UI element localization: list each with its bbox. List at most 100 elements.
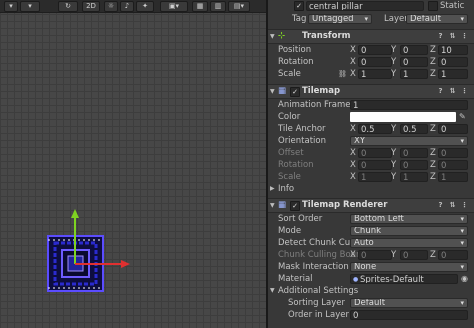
renderer-enabled-checkbox[interactable]: ✓ <box>290 201 300 211</box>
camera-icon: ▦ <box>196 2 204 10</box>
grid-toggle[interactable]: ▥ <box>210 1 226 12</box>
static-label: Static <box>440 1 465 11</box>
anchor-y-field[interactable]: 0.5 <box>400 124 428 134</box>
y-axis-label: Y <box>391 45 397 55</box>
tilemap-rotation-y-field: 0 <box>400 160 428 170</box>
static-checkbox[interactable] <box>428 1 438 11</box>
anchor-x-field[interactable]: 0.5 <box>358 124 392 134</box>
transform-header[interactable]: ▼ ⊹ Transform ? ⇅ ⋮ <box>268 29 474 44</box>
y-axis-label: Y <box>391 148 397 158</box>
tilemap-enabled-checkbox[interactable]: ✓ <box>290 87 300 97</box>
rotation-y-field[interactable]: 0 <box>400 57 428 67</box>
color-swatch[interactable] <box>350 112 456 122</box>
position-z-field[interactable]: 10 <box>438 45 468 55</box>
link-icon[interactable]: ⛓ <box>338 68 347 80</box>
tilemap-renderer-icon: ▦ <box>278 200 287 210</box>
sorting-layer-dropdown[interactable]: Default <box>350 298 468 308</box>
z-axis-label: Z <box>430 250 436 260</box>
detect-culling-row: Detect Chunk Cullin Auto <box>268 237 474 249</box>
scale-z-field[interactable]: 1 <box>438 69 468 79</box>
y-arrow-icon[interactable] <box>71 209 79 218</box>
tag-dropdown[interactable]: Untagged <box>308 14 372 24</box>
snap-icon: ▤▾ <box>233 2 245 10</box>
mask-interaction-dropdown[interactable]: None <box>350 262 468 272</box>
material-label: Material <box>278 274 313 284</box>
shaded-dropdown[interactable]: ▾ <box>20 1 40 12</box>
more-icon[interactable]: ⋮ <box>460 32 469 41</box>
help-icon[interactable]: ? <box>436 201 445 210</box>
scale-y-field[interactable]: 1 <box>400 69 428 79</box>
effects-dropdown[interactable]: ✦ <box>136 1 154 12</box>
z-axis-label: Z <box>430 160 436 170</box>
more-icon[interactable]: ⋮ <box>460 87 469 96</box>
info-foldout[interactable]: ▶ Info <box>268 183 474 195</box>
tilemap-icon: ▦ <box>278 86 287 96</box>
tilemap-header[interactable]: ▼ ▦ ✓ Tilemap ? ⇅ ⋮ <box>268 84 474 99</box>
chevron-down-icon[interactable]: ▼ <box>270 30 275 43</box>
material-value: Sprites-Default <box>360 275 424 284</box>
preset-icon[interactable]: ⇅ <box>448 201 457 210</box>
x-axis-label: X <box>350 69 356 79</box>
chevron-right-icon[interactable]: ▶ <box>270 183 275 195</box>
draw-mode-dropdown[interactable]: ▾ <box>4 1 18 12</box>
preset-icon[interactable]: ⇅ <box>448 87 457 96</box>
orientation-dropdown[interactable]: XY <box>350 136 468 146</box>
anchor-z-field[interactable]: 0 <box>438 124 468 134</box>
preset-icon[interactable]: ⇅ <box>448 32 457 41</box>
object-picker-icon[interactable]: ◉ <box>461 273 468 285</box>
mode-dropdown[interactable]: Chunk <box>350 226 468 236</box>
additional-settings-foldout[interactable]: ▼ Additional Settings <box>268 285 474 297</box>
detect-culling-dropdown[interactable]: Auto <box>350 238 468 248</box>
active-checkbox[interactable]: ✓ <box>294 1 304 11</box>
bounds-x-field: 0 <box>358 250 392 260</box>
rotation-x-field[interactable]: 0 <box>358 57 392 67</box>
position-x-field[interactable]: 0 <box>358 45 392 55</box>
camera-dropdown[interactable]: ▦ <box>192 1 208 12</box>
scene-toolbar: ▾ ▾ ↻ 2D ☼ ♪ ✦ ▣▾ ▦ ▥ ▤▾ <box>0 0 266 13</box>
order-in-layer-row: Order in Layer 0 <box>268 309 474 321</box>
rotation-z-field[interactable]: 0 <box>438 57 468 67</box>
2d-toggle[interactable]: 2D <box>82 1 100 12</box>
sort-order-dropdown[interactable]: Bottom Left <box>350 214 468 224</box>
inspector-panel: ✓ central pillar Static Tag Untagged Lay… <box>268 0 474 328</box>
name-field[interactable]: central pillar <box>306 1 424 11</box>
bounds-y-field: 0 <box>400 250 428 260</box>
gizmos-dropdown[interactable]: ▣▾ <box>160 1 188 12</box>
order-in-layer-field[interactable]: 0 <box>350 310 468 320</box>
tilemap-renderer-header[interactable]: ▼ ▦ ✓ Tilemap Renderer ? ⇅ ⋮ <box>268 198 474 213</box>
lighting-toggle[interactable]: ☼ <box>104 1 118 12</box>
layer-label: Layer <box>384 14 408 24</box>
x-axis-label: X <box>350 160 356 170</box>
x-axis-label: X <box>350 148 356 158</box>
scale-x-field[interactable]: 1 <box>358 69 392 79</box>
eyedropper-icon[interactable]: ✎ <box>459 111 466 123</box>
tile-anchor-label: Tile Anchor <box>278 124 326 134</box>
layer-dropdown[interactable]: Default <box>406 14 468 24</box>
scene-view[interactable]: ▾ ▾ ↻ 2D ☼ ♪ ✦ ▣▾ ▦ ▥ ▤▾ <box>0 0 266 328</box>
frame-rate-field[interactable]: 1 <box>350 100 468 110</box>
move-gizmo[interactable] <box>60 200 140 280</box>
sort-order-row: Sort Order Bottom Left <box>268 213 474 225</box>
x-arrow-icon[interactable] <box>121 260 130 268</box>
chevron-down-icon[interactable]: ▼ <box>270 85 275 98</box>
chevron-down-icon[interactable]: ▼ <box>270 199 275 212</box>
material-icon: ● <box>353 276 359 283</box>
transform-title: Transform <box>302 31 351 41</box>
more-icon[interactable]: ⋮ <box>460 201 469 210</box>
frame-rate-row: Animation Frame Rat 1 <box>268 99 474 111</box>
material-row: Material ● Sprites-Default ◉ <box>268 273 474 285</box>
audio-toggle[interactable]: ♪ <box>120 1 134 12</box>
rotation-row: Rotation X 0 Y 0 Z 0 <box>268 56 474 68</box>
help-icon[interactable]: ? <box>436 32 445 41</box>
chevron-down-icon[interactable]: ▼ <box>270 285 275 297</box>
orbit-tool-button[interactable]: ↻ <box>58 1 78 12</box>
snap-dropdown[interactable]: ▤▾ <box>228 1 250 12</box>
x-axis-label: X <box>350 57 356 67</box>
position-y-field[interactable]: 0 <box>400 45 428 55</box>
help-icon[interactable]: ? <box>436 87 445 96</box>
material-field[interactable]: ● Sprites-Default <box>350 274 458 284</box>
tilemap-renderer-title: Tilemap Renderer <box>302 200 388 210</box>
mask-interaction-row: Mask Interaction None <box>268 261 474 273</box>
transform-icon: ⊹ <box>278 31 286 41</box>
gizmos-icon: ▣▾ <box>168 2 180 10</box>
